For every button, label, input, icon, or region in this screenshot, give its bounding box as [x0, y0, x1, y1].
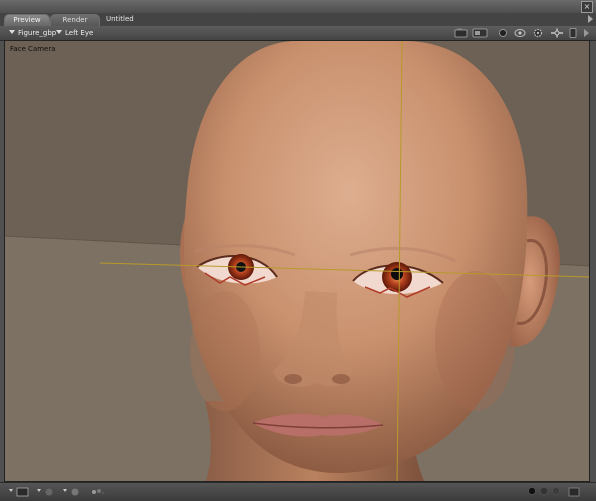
chevron-down-icon: [56, 30, 62, 34]
tab-render[interactable]: Render: [50, 14, 100, 26]
chevron-down-icon: [9, 30, 15, 34]
element-dropdown-label: Left Eye: [65, 29, 94, 37]
title-bar[interactable]: ×: [0, 0, 596, 14]
figure-dropdown[interactable]: Figure_gbp: [9, 27, 56, 39]
element-dropdown[interactable]: Left Eye: [56, 27, 93, 39]
gear-icon[interactable]: [533, 28, 543, 38]
document-title: Untitled: [106, 15, 134, 23]
preview-dot-icon[interactable]: [528, 487, 536, 495]
preview-window: × Preview Render Untitled Figure_gbp Lef…: [0, 0, 596, 501]
bottom-bar: [0, 482, 596, 501]
3d-viewport[interactable]: Face Camera: [4, 40, 590, 482]
viewport-toolbar: Figure_gbp Left Eye: [0, 26, 596, 41]
resize-grip-icon[interactable]: [568, 487, 580, 497]
close-button[interactable]: ×: [581, 1, 593, 13]
viewport-options-icon[interactable]: [569, 28, 577, 38]
scene-render: [5, 41, 589, 481]
camera-icon[interactable]: [454, 28, 468, 38]
texture-menu-icon[interactable]: [90, 487, 106, 497]
display-icon[interactable]: [472, 28, 488, 38]
tab-scroll-right-icon[interactable]: [588, 15, 593, 23]
preview-dot-icon[interactable]: [540, 487, 548, 495]
tab-bar: Preview Render Untitled: [0, 13, 596, 26]
tab-preview[interactable]: Preview: [4, 14, 50, 26]
light-icon[interactable]: [498, 28, 508, 38]
layout-menu-icon[interactable]: [8, 487, 30, 497]
lighting-menu-icon[interactable]: [62, 487, 82, 497]
rotate-icon[interactable]: [514, 28, 526, 38]
preview-dot-icon[interactable]: [552, 487, 560, 495]
camera-label: Face Camera: [10, 45, 56, 53]
move-icon[interactable]: [550, 28, 564, 38]
chevron-right-icon[interactable]: [582, 28, 590, 38]
figure-dropdown-label: Figure_gbp: [18, 29, 57, 37]
render-style-menu-icon[interactable]: [36, 487, 56, 497]
close-icon: ×: [583, 2, 591, 11]
